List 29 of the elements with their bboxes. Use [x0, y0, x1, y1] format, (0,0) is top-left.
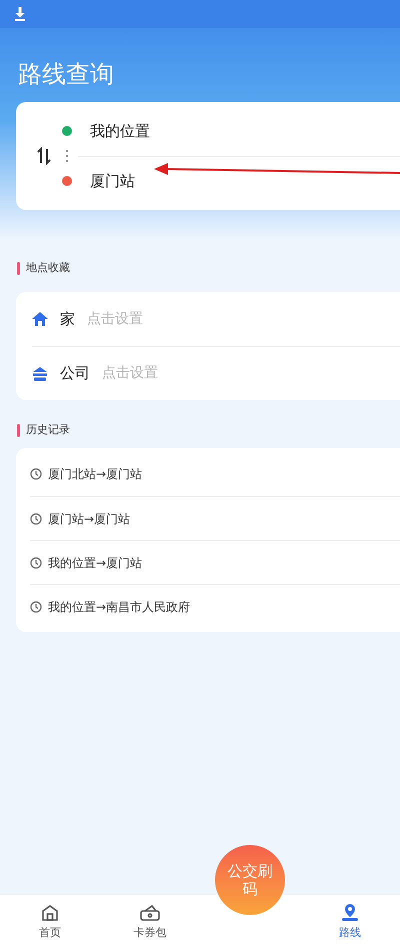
- nav-tab[interactable]: 首页: [0, 895, 100, 949]
- section-heading: 地点收藏: [26, 260, 70, 276]
- clock-icon: [30, 600, 42, 612]
- page-title: 路线查询: [18, 62, 115, 86]
- destination-field[interactable]: 厦门站: [90, 170, 135, 192]
- place-label: 公司: [60, 363, 90, 384]
- ticket-icon: [139, 902, 161, 923]
- history-item[interactable]: 厦门站→厦门站: [30, 496, 400, 540]
- history-text: 我的位置→厦门站: [48, 554, 142, 572]
- nav-tab[interactable]: 路线: [300, 895, 400, 949]
- building-icon: [32, 366, 48, 380]
- download-icon: [14, 7, 26, 21]
- place-label: 家: [60, 308, 75, 330]
- history-item[interactable]: 我的位置→南昌市人民政府: [30, 584, 400, 628]
- location-pin-icon: [339, 902, 361, 923]
- history-text: 我的位置→南昌市人民政府: [48, 598, 190, 616]
- swap-icon[interactable]: [36, 147, 52, 165]
- start-field[interactable]: 我的位置: [90, 120, 150, 142]
- history-text: 厦门站→厦门站: [48, 510, 130, 528]
- history-item[interactable]: 我的位置→厦门站: [30, 540, 400, 584]
- history-text: 厦门北站→厦门站: [48, 466, 142, 483]
- clock-icon: [30, 556, 42, 568]
- clock-icon: [30, 468, 42, 480]
- history-item[interactable]: 厦门北站→厦门站: [30, 452, 400, 496]
- house-icon: [32, 312, 48, 326]
- house-icon: [40, 902, 60, 923]
- clock-icon: [30, 512, 42, 524]
- section-heading: 历史记录: [26, 422, 70, 438]
- nav-tab[interactable]: 卡券包: [100, 895, 200, 949]
